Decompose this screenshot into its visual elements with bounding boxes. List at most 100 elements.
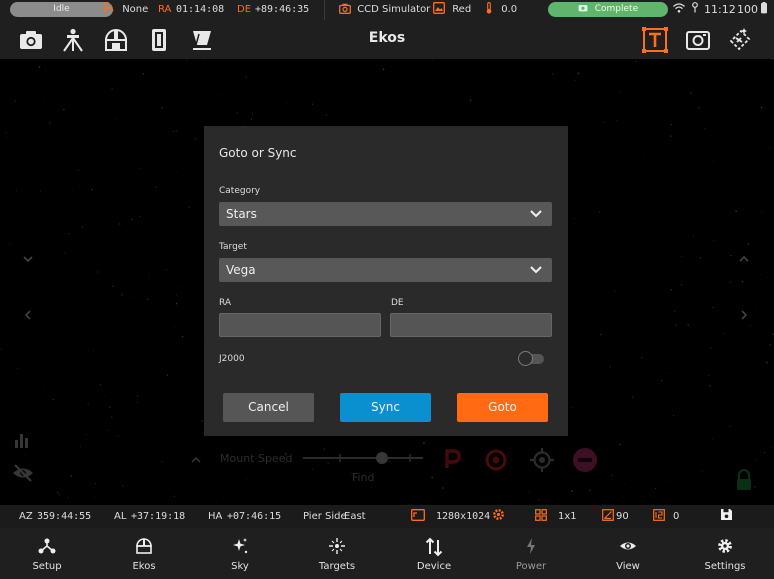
- nav-setup[interactable]: Setup: [0, 528, 95, 579]
- capture-frame-icon[interactable]: [685, 27, 711, 53]
- angle-value: 90: [616, 511, 629, 522]
- thermometer-icon: [486, 2, 492, 14]
- j2000-toggle-knob[interactable]: [518, 351, 533, 366]
- status-bar: Idle None RA 01:14:08 DE +89:46:35 CCD S…: [0, 0, 774, 20]
- nav-sky[interactable]: Sky: [192, 528, 288, 579]
- target-select[interactable]: Vega: [219, 258, 552, 282]
- nav-view[interactable]: View: [580, 528, 676, 579]
- nav-targets-label: Targets: [318, 561, 356, 572]
- module-toolbar: Ekos: [0, 20, 774, 59]
- frame-icon: [411, 509, 425, 521]
- settings-icon: [718, 539, 732, 553]
- battery-icon: [761, 2, 767, 14]
- camera-name: CCD Simulator: [357, 4, 431, 15]
- category-value: Stars: [226, 207, 257, 221]
- capture-status-pill: Complete: [548, 2, 668, 17]
- resolution-settings[interactable]: [492, 505, 505, 528]
- sky-icon: [233, 538, 248, 554]
- nav-ekos[interactable]: Ekos: [96, 528, 192, 579]
- save-control[interactable]: [720, 505, 733, 528]
- ra-value: 01:14:08: [176, 4, 225, 15]
- temperature-value: 0.0: [501, 4, 518, 15]
- solve-icon[interactable]: [727, 27, 753, 53]
- cancel-button[interactable]: Cancel: [223, 393, 314, 422]
- al-label: AL: [114, 511, 127, 522]
- count-value: 0: [673, 511, 680, 522]
- state-pill: Idle: [10, 2, 113, 17]
- setup-icon: [38, 538, 56, 554]
- nav-power[interactable]: Power: [483, 528, 579, 579]
- sync-button[interactable]: Sync: [340, 393, 431, 422]
- bottom-navigation: Setup Ekos Sky Targets Device Power View…: [0, 528, 774, 579]
- nav-setup-label: Setup: [32, 561, 62, 572]
- view-icon: [620, 542, 636, 550]
- pier-side-value: East: [344, 511, 366, 522]
- pier-side-label: Pier Side: [303, 511, 347, 522]
- goto-sync-dialog: Goto or Sync Category Stars Target Vega …: [204, 126, 568, 436]
- nav-device-label: Device: [416, 561, 452, 572]
- nav-device[interactable]: Device: [386, 528, 482, 579]
- text-overlay-icon[interactable]: [642, 27, 668, 53]
- category-label: Category: [219, 186, 261, 196]
- frame-size: [411, 505, 425, 528]
- filter-icon: [433, 2, 445, 14]
- gear-icon[interactable]: [492, 508, 505, 521]
- j2000-label: J2000: [219, 354, 245, 364]
- wifi-icon: [673, 3, 685, 13]
- de-field-label: DE: [391, 298, 404, 308]
- count-icon: [653, 509, 665, 521]
- pin-icon: [692, 2, 698, 13]
- de-label: DE: [237, 4, 252, 15]
- mount-info-bar: AZ 359:44:55 AL +37:19:18 HA +07:46:15 P…: [0, 505, 774, 528]
- guide-icon: [104, 2, 114, 13]
- capture-status-text: Complete: [594, 4, 639, 14]
- binning-value: 1x1: [558, 511, 577, 522]
- location-status: [691, 0, 699, 20]
- dialog-title: Goto or Sync: [219, 146, 297, 160]
- chevron-down-icon: [530, 210, 542, 218]
- goto-button[interactable]: Goto: [457, 393, 548, 422]
- category-select[interactable]: Stars: [219, 202, 552, 226]
- battery-indicator: [759, 0, 769, 20]
- camera-status: CCD Simulator: [339, 0, 430, 20]
- power-icon: [527, 538, 535, 554]
- binning-icon: [535, 509, 547, 521]
- ha-label: HA: [208, 511, 223, 522]
- nav-settings-label: Settings: [704, 561, 746, 572]
- camera-small-icon: [339, 3, 351, 14]
- save-icon[interactable]: [720, 508, 733, 521]
- temperature-status: 0.0: [485, 0, 517, 20]
- de-value: +89:46:35: [255, 4, 310, 15]
- chevron-down-icon: [530, 266, 542, 274]
- ha-value: +07:46:15: [227, 511, 282, 522]
- de-field[interactable]: [390, 313, 552, 337]
- az-value: 359:44:55: [37, 511, 92, 522]
- battery-level: 100: [737, 3, 758, 16]
- ra-label: RA: [158, 4, 172, 15]
- nav-power-label: Power: [515, 561, 547, 572]
- camera-small-icon: [578, 5, 588, 12]
- wifi-status: [673, 0, 685, 20]
- filter-status: Red: [433, 0, 471, 20]
- resolution-value: 1280x1024: [436, 511, 491, 522]
- al-value: +37:19:18: [131, 511, 186, 522]
- binning: [535, 505, 547, 528]
- nav-ekos-label: Ekos: [132, 561, 156, 572]
- guide-status: None: [104, 0, 148, 20]
- nav-sky-label: Sky: [231, 561, 249, 572]
- target-value: Vega: [226, 263, 256, 277]
- nav-targets[interactable]: Targets: [289, 528, 385, 579]
- targets-icon: [329, 538, 345, 554]
- nav-view-label: View: [616, 561, 640, 572]
- guide-value: None: [122, 4, 149, 15]
- target-label: Target: [219, 242, 247, 252]
- rotation: [602, 505, 614, 528]
- frame-count: [653, 505, 665, 528]
- filter-name: Red: [452, 4, 472, 15]
- ra-field[interactable]: [219, 313, 381, 337]
- clock: 11:12: [704, 3, 736, 16]
- ra-field-label: RA: [219, 298, 232, 308]
- device-icon: [425, 537, 443, 557]
- nav-settings[interactable]: Settings: [677, 528, 773, 579]
- angle-icon: [602, 509, 614, 521]
